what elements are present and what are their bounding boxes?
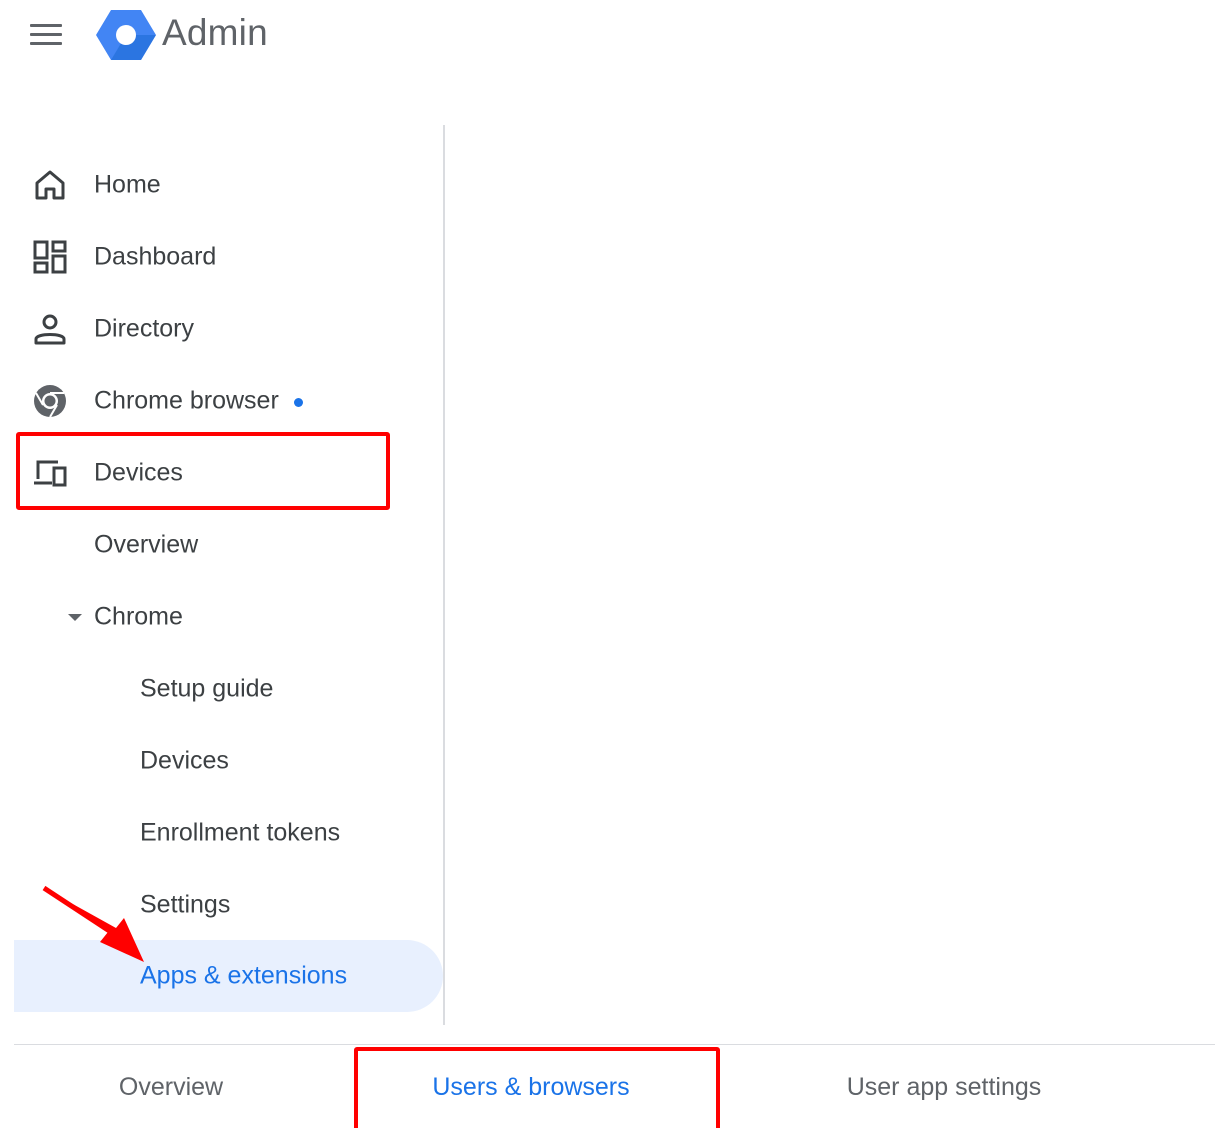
sidebar-item-label: Directory <box>94 314 195 343</box>
sidebar-item-settings[interactable]: Settings <box>14 869 443 941</box>
tab-label: Overview <box>118 1072 224 1101</box>
sidebar-item-label: Devices <box>140 746 229 775</box>
sidebar-item-label: Dashboard <box>94 242 217 271</box>
notification-dot <box>294 398 303 407</box>
sidebar-item-apps-extensions[interactable]: Apps & extensions <box>14 940 443 1012</box>
tab-overview[interactable]: Overview <box>64 1045 278 1128</box>
sidebar-item-label: Enrollment tokens <box>140 818 341 847</box>
tab-label: User app settings <box>846 1072 1042 1101</box>
tab-user-app-settings[interactable]: User app settings <box>784 1045 1104 1128</box>
sidebar-item-chrome-browser[interactable]: Chrome browser <box>14 365 443 437</box>
sidebar-item-label: Overview <box>94 530 199 559</box>
caret-down-icon[interactable] <box>68 614 82 621</box>
sidebar-divider <box>443 125 445 1025</box>
person-icon <box>34 314 66 345</box>
sidebar-item-label: Devices <box>94 458 183 487</box>
app-title: Admin <box>162 12 268 53</box>
sidebar-item-label: Setup guide <box>140 674 274 703</box>
dashboard-icon <box>33 240 67 274</box>
home-icon <box>35 170 65 200</box>
sidebar-item-overview[interactable]: Overview <box>14 509 443 581</box>
devices-icon <box>34 460 67 487</box>
tab-users-browsers[interactable]: Users & browsers <box>358 1045 704 1128</box>
sidebar-item-label: Chrome <box>94 602 183 631</box>
sidebar-item-label: Chrome browser <box>94 386 279 415</box>
sidebar-item-home[interactable]: Home <box>14 149 443 221</box>
sidebar-item-label: Apps & extensions <box>140 961 348 990</box>
sidebar-item-label: Home <box>94 170 161 199</box>
sidebar-item-label: Settings <box>140 890 231 919</box>
tab-bar: Overview Users & browsers User app setti… <box>14 1044 1215 1128</box>
sidebar-item-chrome-devices[interactable]: Devices <box>14 725 443 797</box>
tab-label: Users & browsers <box>432 1072 630 1101</box>
sidebar-item-chrome[interactable]: Chrome <box>14 581 443 653</box>
sidebar-item-enrollment-tokens[interactable]: Enrollment tokens <box>14 797 443 869</box>
admin-console: Admin Home Dashboard Directory Chrome br… <box>0 0 1215 1128</box>
chrome-icon <box>34 385 66 418</box>
hamburger-menu-icon[interactable] <box>28 22 64 48</box>
admin-logo-icon <box>96 10 156 60</box>
sidebar-item-directory[interactable]: Directory <box>14 293 443 365</box>
sidebar-item-devices[interactable]: Devices <box>14 437 443 509</box>
sidebar-item-setup-guide[interactable]: Setup guide <box>14 653 443 725</box>
sidebar-item-dashboard[interactable]: Dashboard <box>14 221 443 293</box>
